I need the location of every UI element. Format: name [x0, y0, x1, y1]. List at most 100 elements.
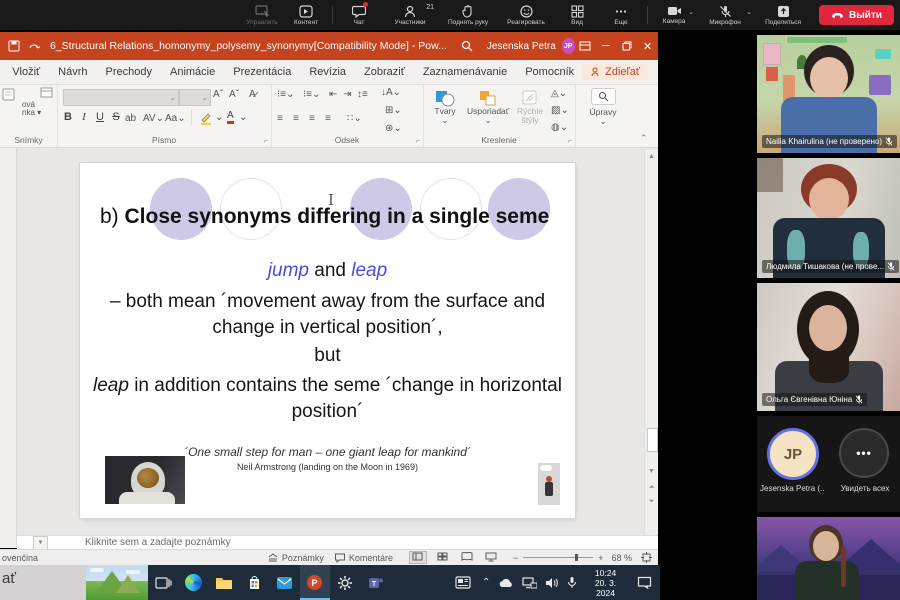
- onedrive-cloud-icon[interactable]: [494, 565, 518, 600]
- tab-zobrazit[interactable]: Zobraziť: [355, 60, 414, 85]
- save-icon[interactable]: [8, 40, 20, 52]
- slide-line-jump-leap[interactable]: jump and leap: [90, 260, 565, 282]
- scroll-up-icon[interactable]: ▲: [645, 153, 658, 160]
- view-button[interactable]: Вид: [556, 0, 598, 30]
- restore-button[interactable]: [616, 32, 637, 60]
- leave-button[interactable]: Выйти: [819, 5, 894, 25]
- char-spacing-icon[interactable]: AV⌄: [143, 113, 164, 124]
- zoom-in-icon[interactable]: +: [598, 553, 603, 563]
- tray-microphone-icon[interactable]: [563, 565, 581, 600]
- italic-button[interactable]: I: [77, 111, 91, 123]
- font-dialog-launcher[interactable]: ⌐: [264, 138, 268, 145]
- shape-effects-icon[interactable]: ◍⌄: [551, 122, 568, 133]
- language-indicator[interactable]: ovenčina: [2, 553, 38, 563]
- tab-prechody[interactable]: Prechody: [97, 60, 161, 85]
- zoom-out-icon[interactable]: −: [513, 553, 518, 563]
- zoom-knob[interactable]: [575, 554, 578, 561]
- notes-collapse-icon[interactable]: ▼: [33, 536, 48, 550]
- numbering-icon[interactable]: ⁝≡⌄: [303, 89, 320, 100]
- increase-indent-icon[interactable]: ⇥: [343, 89, 351, 100]
- notes-toggle-icon[interactable]: [267, 553, 279, 563]
- widgets-news-icon[interactable]: [448, 565, 478, 600]
- slide-line-but[interactable]: but: [90, 345, 565, 367]
- participants-button[interactable]: 21 Участники: [382, 0, 438, 30]
- align-text-icon[interactable]: ⊞⌄: [385, 105, 402, 116]
- see-all-label[interactable]: Увидеть всех: [833, 484, 897, 493]
- tray-chevron-up-icon[interactable]: ⌃: [478, 565, 494, 600]
- columns-icon[interactable]: ∷⌄: [347, 113, 362, 124]
- slideshow-view-button[interactable]: [483, 552, 499, 564]
- bullets-icon[interactable]: ⁝≡⌄: [277, 89, 294, 100]
- mail-icon[interactable]: [269, 565, 299, 600]
- align-left-icon[interactable]: ≡: [277, 113, 283, 124]
- video-tile-3[interactable]: Ольга Євгенівна Юніна: [757, 283, 900, 411]
- network-display-icon[interactable]: [518, 565, 541, 600]
- shapes-button[interactable]: Tvary⌄: [429, 89, 461, 125]
- underline-button[interactable]: U: [93, 111, 107, 123]
- microphone-button[interactable]: ⌄ Микрофон: [697, 0, 753, 30]
- drawing-dialog-launcher[interactable]: ⌐: [568, 138, 572, 145]
- slide-line-leap-seme[interactable]: leap in addition contains the seme ´chan…: [90, 373, 565, 424]
- notes-placeholder[interactable]: Kliknite sem a zadajte poznámky: [85, 537, 231, 548]
- close-button[interactable]: ✕: [637, 32, 658, 60]
- share-file-button[interactable]: Zdieľať: [583, 64, 648, 80]
- jumping-person-image[interactable]: [538, 463, 560, 505]
- reading-view-button[interactable]: [459, 552, 475, 563]
- next-slide-icon[interactable]: ⏷: [645, 498, 658, 506]
- paragraph-dialog-launcher[interactable]: ⌐: [416, 138, 420, 145]
- new-slide-label[interactable]: ovánka ▾: [22, 101, 41, 117]
- video-tile-5[interactable]: [757, 517, 900, 600]
- collapse-ribbon-icon[interactable]: ⌃: [640, 133, 648, 144]
- tab-revizia[interactable]: Revízia: [300, 60, 355, 85]
- layout-icon[interactable]: [40, 87, 53, 98]
- font-color-icon[interactable]: A: [227, 110, 234, 124]
- align-right-icon[interactable]: ≡: [309, 113, 315, 124]
- action-center-icon[interactable]: [630, 565, 660, 600]
- shape-fill-icon[interactable]: ◬⌄: [551, 88, 567, 99]
- shrink-font-icon[interactable]: Aˇ: [229, 89, 239, 100]
- decrease-indent-icon[interactable]: ⇤: [329, 89, 337, 100]
- teams-icon[interactable]: T: [360, 565, 390, 600]
- speaker-icon[interactable]: [541, 565, 563, 600]
- microphone-chevron-icon[interactable]: ⌄: [746, 8, 752, 16]
- ribbon-display-options-button[interactable]: [575, 32, 596, 60]
- react-button[interactable]: Реагировать: [498, 0, 554, 30]
- new-slide-icon[interactable]: [2, 87, 17, 102]
- text-shadow-icon[interactable]: ab: [125, 113, 136, 124]
- scroll-down-icon[interactable]: ▼: [645, 468, 658, 475]
- clear-format-icon[interactable]: A̷: [249, 89, 256, 100]
- slide-title[interactable]: b) Close synonyms differing in a single …: [100, 203, 560, 231]
- search-icon[interactable]: [461, 40, 473, 52]
- change-case-icon[interactable]: Aa⌄: [165, 113, 186, 124]
- content-button[interactable]: Контент: [285, 0, 327, 30]
- file-explorer-icon[interactable]: [209, 565, 239, 600]
- share-screen-button[interactable]: Поделиться: [755, 0, 811, 30]
- smartart-convert-icon[interactable]: ⊛⌄: [385, 123, 402, 134]
- jp-avatar[interactable]: JP: [767, 428, 819, 480]
- editing-button[interactable]: Úpravy⌄: [586, 88, 620, 126]
- fit-to-window-icon[interactable]: [641, 552, 652, 563]
- raise-hand-button[interactable]: Поднять руку: [440, 0, 496, 30]
- scrollbar-thumb[interactable]: [647, 428, 658, 452]
- notes-toggle-label[interactable]: Poznámky: [282, 553, 324, 563]
- font-name-combo[interactable]: ⌄: [63, 89, 179, 106]
- undo-redo-icon[interactable]: [28, 41, 40, 51]
- settings-icon[interactable]: [330, 565, 360, 600]
- taskbar-clock[interactable]: 10:2420. 3. 2024: [581, 568, 629, 598]
- video-tile-1[interactable]: Nailia Khairulina (не проверено): [757, 35, 900, 153]
- tab-zaznamenavanie[interactable]: Zaznamenávanie: [414, 60, 516, 85]
- strikethrough-button[interactable]: S: [109, 111, 123, 123]
- tab-pomocnik[interactable]: Pomocník: [516, 60, 583, 85]
- slide-canvas[interactable]: I b) Close synonyms differing in a singl…: [80, 163, 575, 518]
- text-direction-icon[interactable]: ↓A⌄: [381, 87, 401, 98]
- slide-line-both-mean[interactable]: – both mean ´movement away from the surf…: [90, 289, 565, 340]
- see-all-button[interactable]: •••: [839, 428, 889, 478]
- astronaut-image[interactable]: [105, 456, 185, 504]
- more-button[interactable]: Еще: [600, 0, 642, 30]
- zoom-level[interactable]: 68 %: [611, 553, 632, 563]
- minimize-button[interactable]: ─: [595, 32, 616, 60]
- bold-button[interactable]: B: [61, 111, 75, 123]
- comments-label[interactable]: Komentáre: [349, 553, 393, 563]
- align-center-icon[interactable]: ≡: [293, 113, 299, 124]
- arrange-button[interactable]: Usporiadať⌄: [465, 89, 511, 125]
